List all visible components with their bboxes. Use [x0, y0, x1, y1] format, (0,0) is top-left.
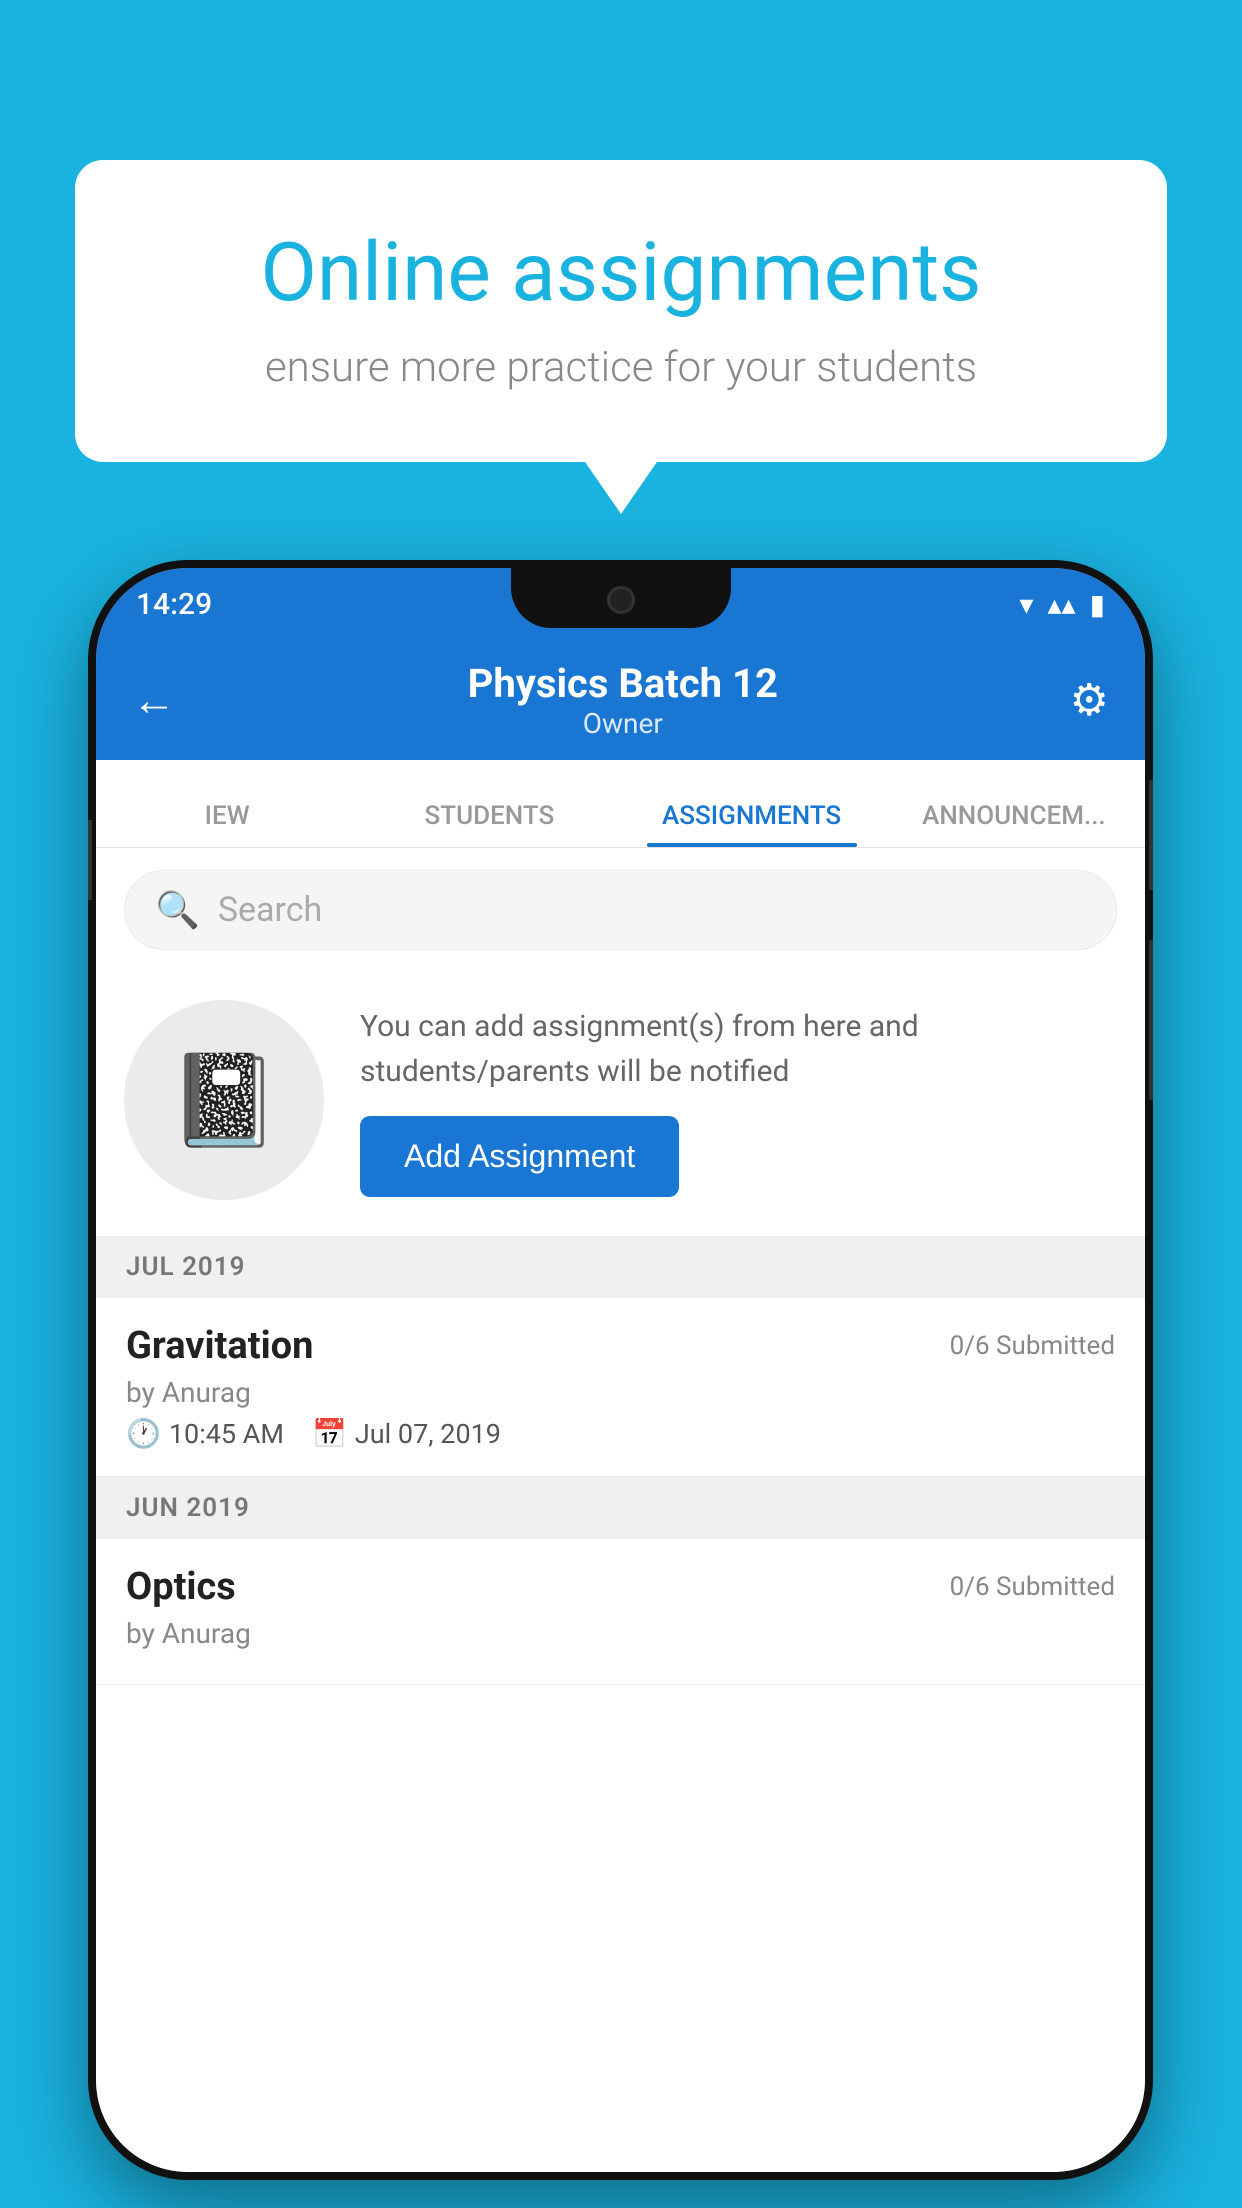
search-bar[interactable]: 🔍 Search [124, 870, 1117, 950]
add-assignment-button[interactable]: Add Assignment [360, 1116, 679, 1197]
add-assignment-section: 📓 You can add assignment(s) from here an… [96, 972, 1145, 1228]
header-center: Physics Batch 12 Owner [468, 660, 778, 740]
notebook-icon: 📓 [168, 1048, 280, 1153]
assignment-submitted: 0/6 Submitted [950, 1331, 1115, 1361]
status-icons: ▾ ▴▴ ▮ [1019, 588, 1105, 621]
front-camera [607, 586, 635, 614]
assignment-author-optics: by Anurag [126, 1617, 1115, 1650]
tab-iew[interactable]: IEW [96, 801, 358, 847]
assignment-header-optics: Optics 0/6 Submitted [126, 1565, 1115, 1609]
volume-button [88, 820, 92, 900]
bubble-subtitle: ensure more practice for your students [155, 343, 1087, 392]
speech-bubble: Online assignments ensure more practice … [75, 160, 1167, 462]
volume-down-button [1149, 940, 1153, 1100]
battery-icon: ▮ [1090, 588, 1105, 621]
wifi-icon: ▾ [1019, 588, 1033, 621]
assignment-icon-circle: 📓 [124, 1000, 324, 1200]
assignment-author: by Anurag [126, 1376, 1115, 1409]
header-title: Physics Batch 12 [468, 660, 778, 707]
phone-screen: 14:29 ▾ ▴▴ ▮ ← Physics Batch 12 Owner ⚙ … [96, 568, 1145, 2172]
tab-announcements[interactable]: ANNOUNCEM... [883, 801, 1145, 847]
speech-bubble-container: Online assignments ensure more practice … [75, 160, 1167, 462]
clock-icon: 🕐 [126, 1417, 161, 1450]
tab-assignments[interactable]: ASSIGNMENTS [621, 801, 883, 847]
status-time: 14:29 [136, 587, 212, 622]
settings-icon[interactable]: ⚙ [1070, 674, 1109, 726]
calendar-icon: 📅 [312, 1417, 347, 1450]
assignment-item-gravitation[interactable]: Gravitation 0/6 Submitted by Anurag 🕐 10… [96, 1298, 1145, 1477]
search-icon: 🔍 [155, 889, 200, 931]
tabs-bar: IEW STUDENTS ASSIGNMENTS ANNOUNCEM... [96, 760, 1145, 848]
signal-icon: ▴▴ [1047, 588, 1075, 621]
assignment-name: Gravitation [126, 1324, 313, 1368]
bubble-title: Online assignments [155, 225, 1087, 321]
assignment-time: 🕐 10:45 AM [126, 1417, 284, 1450]
assignment-name-optics: Optics [126, 1565, 236, 1609]
header-subtitle: Owner [468, 707, 778, 740]
assignment-date: 📅 Jul 07, 2019 [312, 1417, 501, 1450]
assignment-header: Gravitation 0/6 Submitted [126, 1324, 1115, 1368]
assignment-submitted-optics: 0/6 Submitted [950, 1572, 1115, 1602]
add-assignment-info: You can add assignment(s) from here and … [360, 1004, 1115, 1197]
month-separator-jul: JUL 2019 [96, 1236, 1145, 1298]
tab-students[interactable]: STUDENTS [358, 801, 620, 847]
add-assignment-description: You can add assignment(s) from here and … [360, 1004, 1115, 1094]
assignment-item-optics[interactable]: Optics 0/6 Submitted by Anurag [96, 1539, 1145, 1685]
assignment-meta: 🕐 10:45 AM 📅 Jul 07, 2019 [126, 1417, 1115, 1450]
search-placeholder: Search [218, 890, 322, 930]
phone-notch [511, 568, 731, 628]
app-header: ← Physics Batch 12 Owner ⚙ [96, 640, 1145, 760]
phone-frame: 14:29 ▾ ▴▴ ▮ ← Physics Batch 12 Owner ⚙ … [88, 560, 1153, 2180]
content-area: 🔍 Search 📓 You can add assignment(s) fro… [96, 848, 1145, 2172]
power-button [1149, 780, 1153, 890]
month-separator-jun: JUN 2019 [96, 1477, 1145, 1539]
back-button[interactable]: ← [132, 674, 176, 726]
